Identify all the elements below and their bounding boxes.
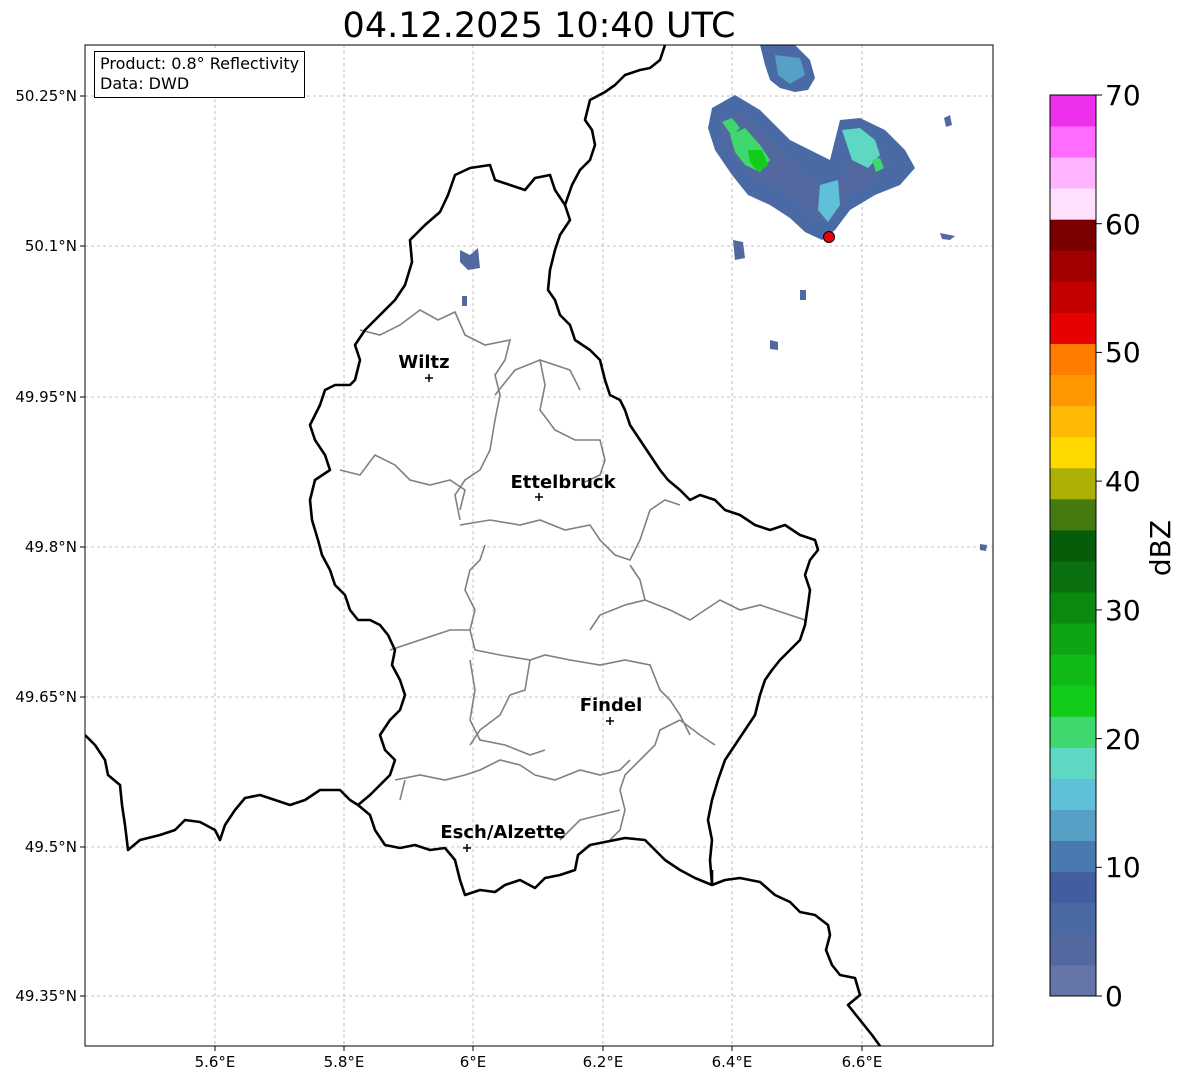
axis-tick-marks	[80, 95, 863, 1051]
colorbar-segments	[1050, 95, 1096, 997]
lat-tick-label: 49.35°N	[15, 987, 77, 1005]
colorbar-segment	[1050, 840, 1096, 873]
product-info-box: Product: 0.8° Reflectivity Data: DWD	[94, 51, 306, 98]
lon-tick-label: 6.2°E	[583, 1053, 624, 1071]
colorbar-segment	[1050, 467, 1096, 500]
lon-tick-label: 5.8°E	[324, 1053, 365, 1071]
product-info-line: Product: 0.8° Reflectivity	[100, 54, 300, 73]
colorbar-segment	[1050, 95, 1096, 127]
colorbar-segment	[1050, 343, 1096, 376]
colorbar-segment	[1050, 374, 1096, 407]
lat-tick-label: 50.25°N	[15, 87, 77, 105]
colorbar-tick-label: 60	[1105, 208, 1141, 241]
colorbar-segment	[1050, 405, 1096, 438]
colorbar-tick-label: 30	[1105, 594, 1141, 627]
city-label-wiltz: Wiltz	[398, 352, 449, 373]
colorbar-tick-label: 20	[1105, 723, 1141, 756]
radar-site-marker	[823, 231, 835, 243]
colorbar-tick-marks	[1096, 94, 1102, 997]
colorbar-tick-label: 10	[1105, 851, 1141, 884]
canton-boundaries	[339, 309, 806, 841]
lon-tick-label: 6°E	[460, 1053, 487, 1071]
colorbar-segment	[1050, 809, 1096, 842]
city-marker-esch	[463, 844, 471, 852]
colorbar-segment	[1050, 778, 1096, 810]
colorbar-segment	[1050, 716, 1096, 748]
colorbar-segment	[1050, 902, 1096, 935]
colorbar-segment	[1050, 654, 1096, 686]
colorbar-title: dBZ	[1144, 520, 1177, 576]
colorbar-segment	[1050, 126, 1096, 158]
colorbar-segment	[1050, 188, 1096, 220]
lon-tick-label: 6.6°E	[842, 1053, 883, 1071]
colorbar-tick-label: 40	[1105, 465, 1141, 498]
data-source-line: Data: DWD	[100, 74, 190, 93]
lat-tick-label: 49.5°N	[25, 838, 77, 856]
colorbar-segment	[1050, 561, 1096, 593]
city-marker-findel	[606, 717, 614, 725]
colorbar-segment	[1050, 312, 1096, 344]
lat-tick-label: 49.65°N	[15, 688, 77, 706]
colorbar-segment	[1050, 281, 1096, 313]
colorbar-segment	[1050, 157, 1096, 189]
colorbar: 0 10 20 30 40 50 60 70 dBZ	[1049, 79, 1177, 1013]
colorbar-segment	[1050, 685, 1096, 717]
colorbar-tick-label: 0	[1105, 980, 1123, 1013]
city-label-ettelbruck: Ettelbruck	[510, 472, 616, 493]
city-marker-ettelbruck	[535, 493, 543, 501]
colorbar-tick-label: 70	[1105, 79, 1141, 112]
city-label-findel: Findel	[580, 695, 643, 716]
lat-tick-label: 49.8°N	[25, 538, 77, 556]
colorbar-tick-label: 50	[1105, 336, 1141, 369]
colorbar-segment	[1050, 964, 1096, 997]
radar-map: Wiltz Ettelbruck Findel Esch/Alzette 5.6…	[15, 44, 1177, 1071]
colorbar-segment	[1050, 250, 1096, 282]
colorbar-segment	[1050, 933, 1096, 966]
city-label-esch: Esch/Alzette	[440, 822, 565, 843]
colorbar-segment	[1050, 436, 1096, 469]
colorbar-segment	[1050, 219, 1096, 251]
lon-tick-label: 5.6°E	[195, 1053, 236, 1071]
colorbar-segment	[1050, 529, 1096, 562]
lat-tick-label: 49.95°N	[15, 388, 77, 406]
lon-tick-label: 6.4°E	[712, 1053, 753, 1071]
colorbar-segment	[1050, 747, 1096, 779]
colorbar-segment	[1050, 871, 1096, 904]
city-marker-wiltz	[425, 374, 433, 382]
colorbar-segment	[1050, 592, 1096, 624]
colorbar-segment	[1050, 623, 1096, 655]
lat-tick-label: 50.1°N	[25, 237, 77, 255]
colorbar-segment	[1050, 498, 1096, 531]
